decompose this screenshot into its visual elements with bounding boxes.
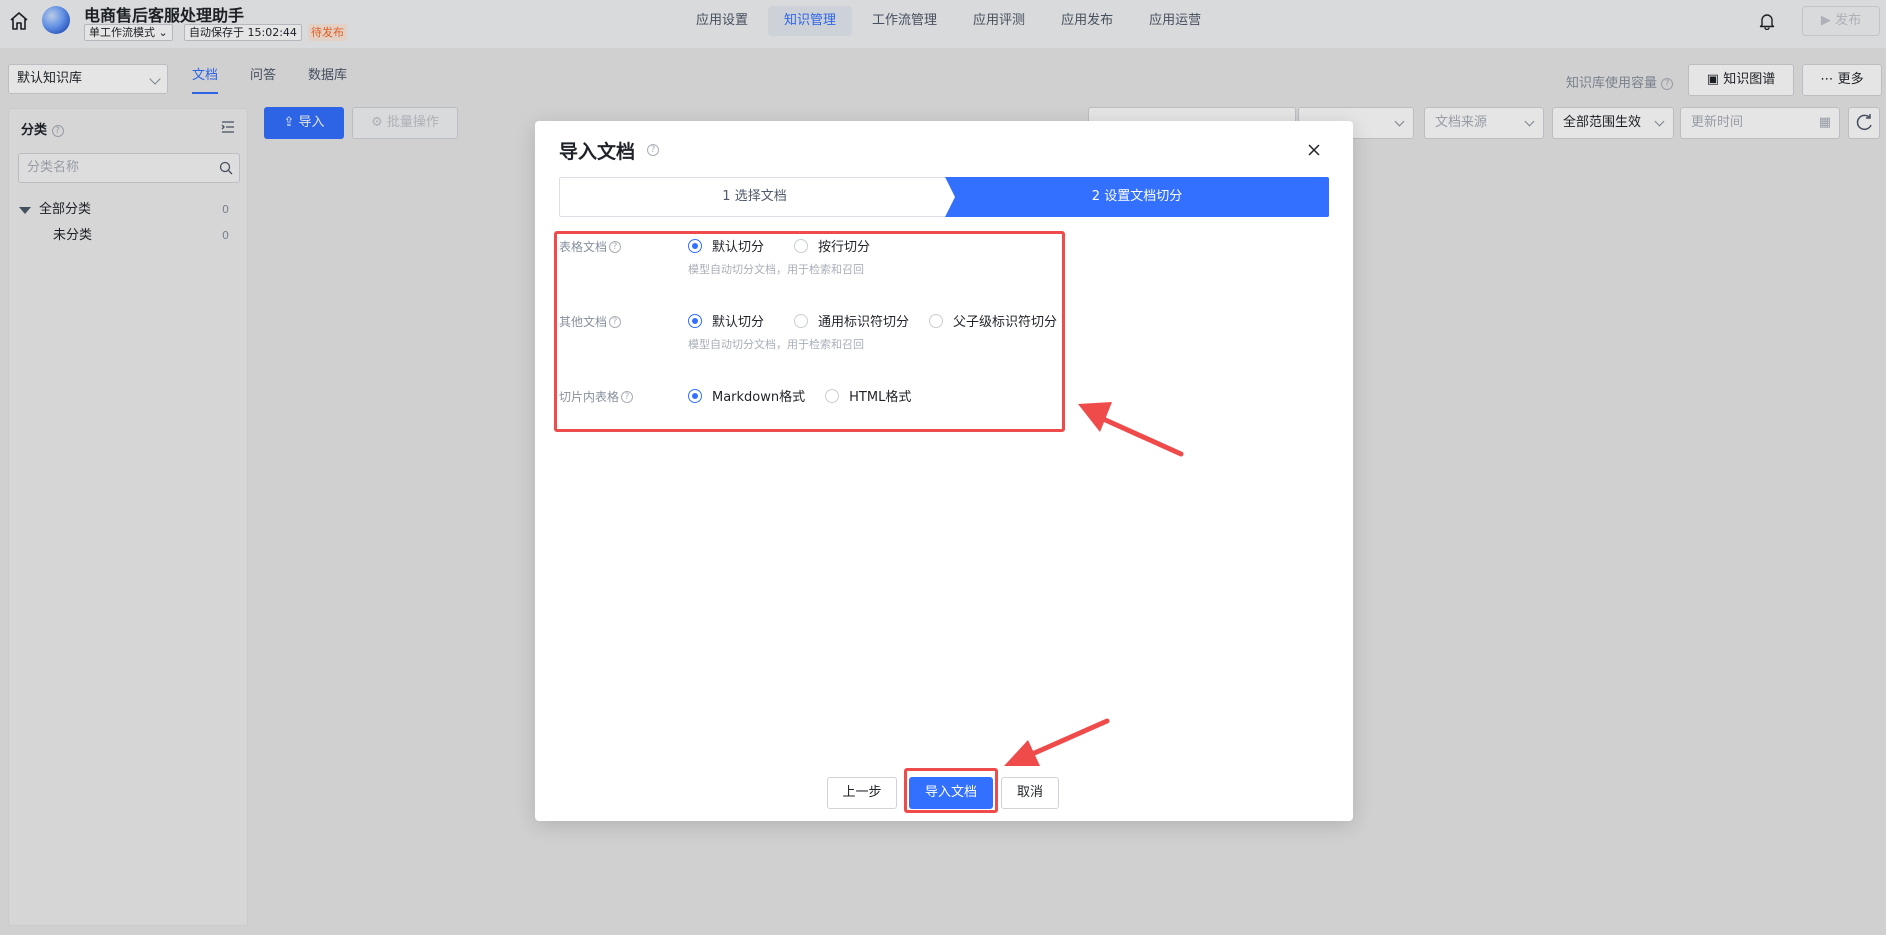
option-hint: 模型自动切分文档，用于检索和召回	[688, 338, 864, 351]
import-document-dialog: 导入文档 ? 1 选择文档 2 设置文档切分 表格文档? 默认切分 按行切分 模…	[535, 121, 1353, 821]
option-label-text: 其他文档	[559, 315, 608, 329]
option-label-text: 表格文档	[559, 240, 608, 254]
option-label: 切片内表格?	[559, 388, 634, 405]
step-set-splitting[interactable]: 2 设置文档切分	[945, 177, 1329, 217]
option-hint: 模型自动切分文档，用于检索和召回	[688, 263, 864, 276]
option-label-text: 切片内表格	[559, 390, 620, 404]
cancel-button[interactable]: 取消	[1001, 777, 1059, 809]
option-label: 表格文档?	[559, 238, 622, 255]
dialog-title: 导入文档 ?	[559, 137, 660, 164]
radio-markdown[interactable]: Markdown格式	[688, 386, 805, 405]
radio-default-split[interactable]: 默认切分	[688, 236, 764, 255]
help-icon[interactable]: ?	[609, 240, 622, 253]
step-indicator: 1 选择文档 2 设置文档切分	[559, 177, 1329, 217]
radio-group: 默认切分 按行切分	[688, 236, 870, 255]
radio-unchecked-icon	[825, 388, 840, 403]
radio-label: 默认切分	[712, 240, 765, 255]
radio-unchecked-icon	[794, 238, 809, 253]
step-select-document[interactable]: 1 选择文档	[559, 177, 949, 217]
dialog-footer: 上一步 导入文档 取消	[535, 777, 1353, 809]
import-document-button[interactable]: 导入文档	[909, 777, 993, 809]
close-icon[interactable]	[1307, 143, 1321, 157]
option-label: 其他文档?	[559, 313, 622, 330]
radio-label: HTML格式	[849, 390, 912, 405]
radio-checked-icon	[688, 313, 702, 328]
radio-default-split[interactable]: 默认切分	[688, 311, 764, 330]
radio-group: Markdown格式 HTML格式	[688, 386, 911, 405]
radio-parent-child-split[interactable]: 父子级标识符切分	[929, 311, 1057, 330]
radio-row-split[interactable]: 按行切分	[794, 236, 870, 255]
dialog-title-text: 导入文档	[559, 141, 636, 163]
radio-delimiter-split[interactable]: 通用标识符切分	[794, 311, 909, 330]
radio-group: 默认切分 通用标识符切分 父子级标识符切分	[688, 311, 1057, 330]
radio-checked-icon	[688, 238, 702, 253]
radio-label: 按行切分	[818, 240, 871, 255]
radio-label: 通用标识符切分	[818, 315, 910, 330]
radio-checked-icon	[688, 388, 702, 403]
help-icon[interactable]: ?	[609, 315, 622, 328]
radio-label: 默认切分	[712, 315, 765, 330]
help-icon[interactable]: ?	[647, 144, 660, 156]
radio-label: 父子级标识符切分	[953, 315, 1058, 330]
previous-step-button[interactable]: 上一步	[827, 777, 897, 809]
radio-html[interactable]: HTML格式	[825, 386, 911, 405]
help-icon[interactable]: ?	[621, 390, 634, 403]
radio-unchecked-icon	[794, 313, 809, 328]
radio-unchecked-icon	[929, 313, 944, 328]
radio-label: Markdown格式	[712, 390, 806, 405]
